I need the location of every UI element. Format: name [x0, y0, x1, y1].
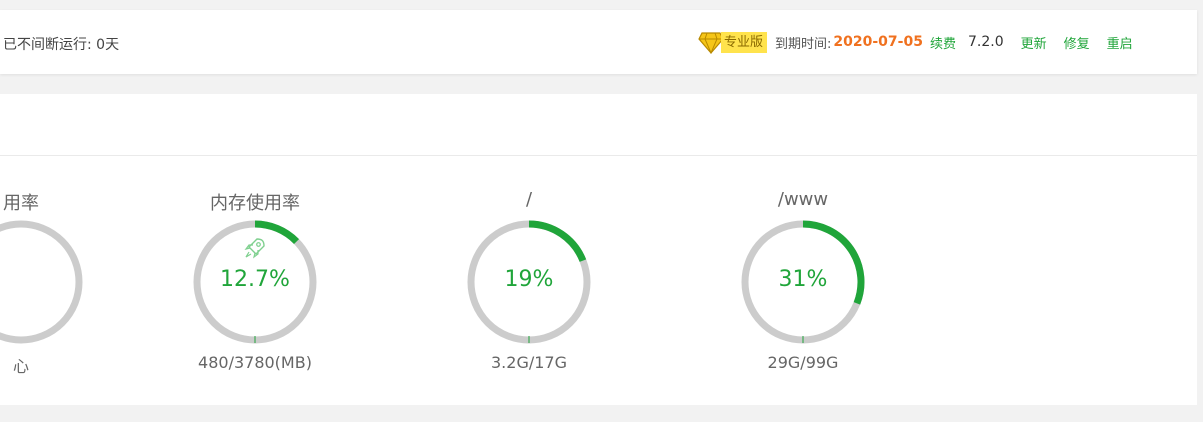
uptime-text: 已不间断运行: 0天 [3, 37, 120, 53]
gauge-cpu[interactable]: 用率 心 [0, 189, 101, 379]
restart-link[interactable]: 重启 [1107, 33, 1133, 52]
gauge-track [0, 220, 83, 344]
gauge-percent: 31% [778, 267, 828, 292]
gauge-detail: 480/3780(MB) [198, 353, 312, 372]
gauge-detail: 29G/99G [767, 353, 839, 372]
status-panel: 用率 心 内存使用率 12.7% 480/3780(MB) / 19% 3.2G… [0, 94, 1197, 405]
gauge-memory[interactable]: 内存使用率 12.7% 480/3780(MB) [175, 189, 335, 379]
gauge-detail: 心 [12, 357, 29, 376]
gauge-fill [528, 220, 587, 263]
gauge-percent: 12.7% [220, 267, 290, 292]
header-right: 专业版 到期时间: 2020-07-05 续费 7.2.0 更新 修复 重启 [698, 30, 1133, 54]
renew-link[interactable]: 续费 [930, 33, 956, 52]
version-text: 7.2.0 [967, 34, 1004, 50]
gauge-percent: 19% [504, 267, 554, 292]
update-link[interactable]: 更新 [1021, 33, 1047, 52]
gauge-disk-www[interactable]: /www 31% 29G/99G [723, 189, 883, 379]
gauge-title: 用率 [3, 193, 39, 214]
repair-link[interactable]: 修复 [1064, 33, 1090, 52]
gauge-title: / [525, 189, 533, 210]
gauge-title: /www [777, 189, 829, 210]
rocket-icon[interactable] [243, 236, 267, 260]
top-status-bar: 已不间断运行: 0天 专业版 到期时间: 2020-07-05 续费 7.2.0… [0, 10, 1197, 74]
gauge-detail: 3.2G/17G [491, 353, 567, 372]
expire-label: 到期时间: [775, 36, 832, 52]
gauge-ring [0, 220, 83, 344]
pro-badge[interactable]: 专业版 [698, 30, 768, 54]
gauge-disk-root[interactable]: / 19% 3.2G/17G [449, 189, 609, 379]
gauge-title: 内存使用率 [210, 193, 300, 214]
panel-header [0, 94, 1197, 156]
expire-date: 2020-07-05 [833, 34, 923, 50]
pro-label: 专业版 [721, 31, 768, 53]
